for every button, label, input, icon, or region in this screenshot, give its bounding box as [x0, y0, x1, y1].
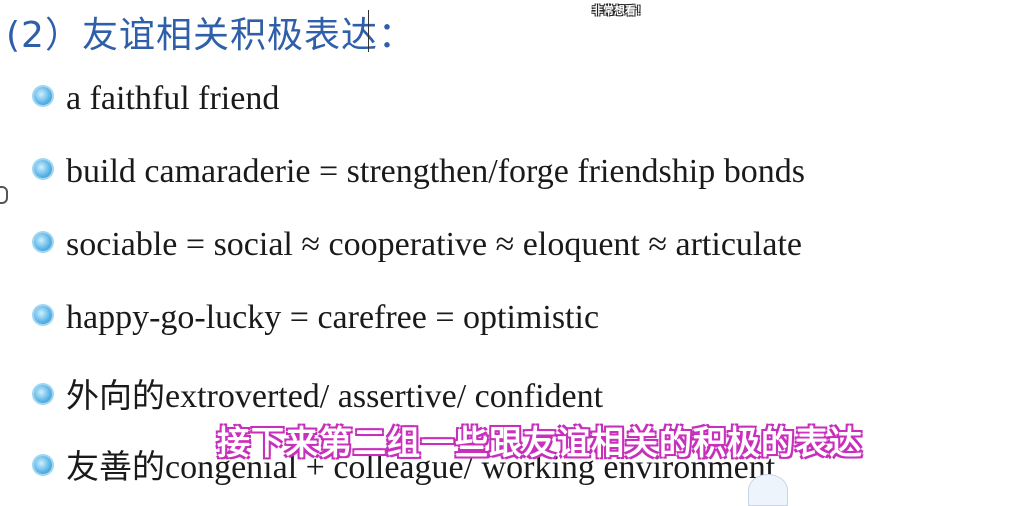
list-item: happy-go-lucky = carefree = optimistic: [34, 297, 599, 337]
round-blue-bullet-icon: [34, 456, 52, 474]
left-edge-fragment: [0, 186, 8, 204]
round-blue-bullet-icon: [34, 385, 52, 403]
round-blue-bullet-icon: [34, 160, 52, 178]
item-english: sociable = social ≈ cooperative ≈ eloque…: [66, 226, 802, 263]
round-blue-bullet-icon: [34, 306, 52, 324]
list-item: 外向的extroverted/ assertive/ confident: [34, 369, 603, 417]
mascot-sticker-icon: [748, 474, 788, 506]
danmaku-comment: 非常想看！: [592, 4, 647, 17]
round-blue-bullet-icon: [34, 233, 52, 251]
list-item: build camaraderie = strengthen/forge fri…: [34, 151, 805, 191]
list-item: a faithful friend: [34, 78, 279, 118]
item-english: a faithful friend: [66, 80, 280, 117]
slide-title: (2）友谊相关积极表达：: [6, 15, 415, 56]
round-blue-bullet-icon: [34, 87, 52, 105]
video-subtitle: 接下来第二组一些跟友谊相关的积极的表达: [217, 423, 863, 462]
text-cursor: [368, 10, 369, 52]
item-english: extroverted/ assertive/ confident: [165, 378, 604, 415]
list-item: sociable = social ≈ cooperative ≈ eloque…: [34, 224, 802, 264]
item-english: happy-go-lucky = carefree = optimistic: [66, 299, 600, 336]
item-chinese: 外向的: [66, 376, 165, 415]
item-english: build camaraderie = strengthen/forge fri…: [66, 153, 805, 190]
item-chinese: 友善的: [66, 447, 165, 486]
